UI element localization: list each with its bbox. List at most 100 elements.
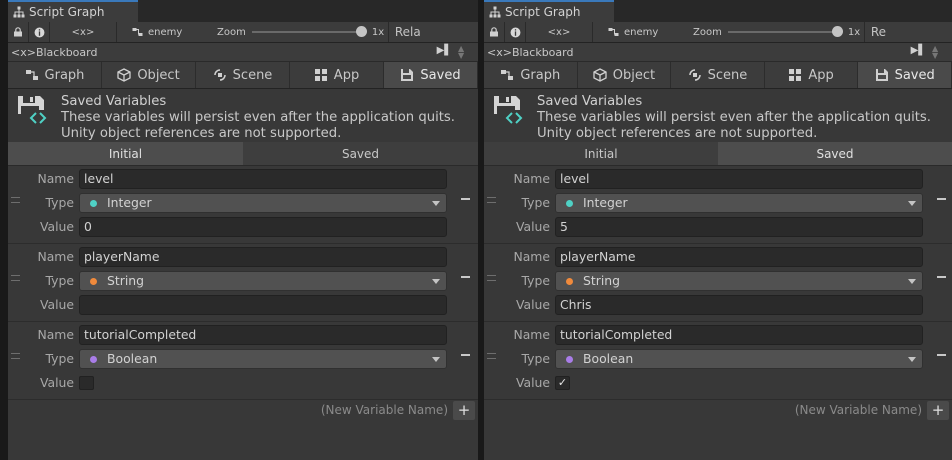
variable-name-field[interactable]: playerName <box>79 247 447 267</box>
scope-tab-graph[interactable]: Graph <box>8 62 102 88</box>
scope-tab-label: App <box>333 67 360 83</box>
scope-tab-app[interactable]: App <box>765 62 859 88</box>
info-icon[interactable] <box>505 22 525 42</box>
scope-tab-saved[interactable]: Saved <box>384 62 478 88</box>
tab-saved[interactable]: Saved <box>243 142 478 166</box>
scope-tab-label: Saved <box>894 67 935 83</box>
variable-type-dropdown[interactable]: Integer <box>79 193 447 213</box>
new-variable-name-input[interactable]: (New Variable Name) <box>795 403 922 417</box>
scope-tab-graph[interactable]: Graph <box>484 62 578 88</box>
remove-variable-button[interactable] <box>461 198 470 200</box>
value-label: Value <box>515 297 550 312</box>
scope-tab-label: Graph <box>44 67 85 83</box>
remove-variable-button[interactable] <box>461 276 470 278</box>
remove-variable-button[interactable] <box>937 276 946 278</box>
graph-scope-icon <box>500 69 514 81</box>
boolean-value-checkbox[interactable]: ✓ <box>555 376 570 390</box>
variables-toggle-button[interactable]: <x> <box>526 27 592 38</box>
type-label: Type <box>521 195 550 210</box>
type-value: Boolean <box>107 351 158 366</box>
remove-variable-button[interactable] <box>937 198 946 200</box>
info-line-1: These variables will persist even after … <box>61 110 455 125</box>
dock-icon[interactable]: ▶▌ <box>437 45 452 56</box>
scope-tab-scene[interactable]: Scene <box>196 62 290 88</box>
zoom-slider-thumb[interactable] <box>355 26 367 37</box>
info-line-1: These variables will persist even after … <box>537 110 931 125</box>
type-value: Integer <box>583 195 628 210</box>
flow-graph-icon <box>132 28 143 36</box>
add-variable-button[interactable]: + <box>453 401 475 420</box>
scope-tab-label: App <box>808 67 834 83</box>
scope-tab-object[interactable]: Object <box>578 62 672 88</box>
saved-variables-info: Saved Variables These variables will per… <box>484 89 952 142</box>
type-color-icon <box>90 277 97 285</box>
variable-type-dropdown[interactable]: String <box>555 271 923 291</box>
dock-icon[interactable]: ▶▌ <box>911 45 926 56</box>
scroll-arrows-icon[interactable]: ▲ ▼ <box>458 45 466 60</box>
scroll-arrows-icon[interactable]: ▲ ▼ <box>932 45 940 60</box>
name-label: Name <box>513 327 550 342</box>
variable-row: Name playerName Type String Value Chris <box>484 244 952 322</box>
variable-name-field[interactable]: level <box>79 169 447 189</box>
tab-title: Script Graph <box>29 5 105 19</box>
blackboard-header: <x>Blackboard ▶▌ ▲ ▼ <box>484 43 952 62</box>
new-variable-name-input[interactable]: (New Variable Name) <box>321 403 448 417</box>
scope-tab-object[interactable]: Object <box>102 62 196 88</box>
variable-type-dropdown[interactable]: Boolean <box>79 349 447 369</box>
remove-variable-button[interactable] <box>937 354 946 356</box>
relayout-button[interactable]: Re <box>865 25 886 39</box>
boolean-value-checkbox[interactable] <box>79 376 94 390</box>
add-variable-button[interactable]: + <box>927 401 949 420</box>
chevron-down-icon <box>908 279 916 284</box>
name-label: Name <box>513 171 550 186</box>
tab-title: Script Graph <box>505 5 581 19</box>
info-title: Saved Variables <box>537 94 643 109</box>
lock-icon[interactable] <box>8 22 28 42</box>
type-value: Integer <box>107 195 152 210</box>
relayout-button[interactable]: Rela <box>389 25 421 39</box>
variable-name-field[interactable]: tutorialCompleted <box>79 325 447 345</box>
zoom-slider-thumb[interactable] <box>831 26 843 37</box>
scope-tab-label: Graph <box>520 67 561 83</box>
variable-type-dropdown[interactable]: String <box>79 271 447 291</box>
type-color-icon <box>566 277 573 285</box>
variable-value-field[interactable]: 5 <box>555 217 923 237</box>
scope-tab-label: Scene <box>232 67 273 83</box>
variable-name-field[interactable]: tutorialCompleted <box>555 325 923 345</box>
tab-script-graph[interactable]: Script Graph <box>484 0 614 22</box>
graph-name: enemy <box>624 26 659 38</box>
variable-scope-tabs: Graph Object Scene App Saved <box>484 62 952 89</box>
info-icon[interactable] <box>29 22 49 42</box>
value-label: Value <box>515 375 550 390</box>
tab-saved[interactable]: Saved <box>718 142 952 166</box>
variable-list: Name level Type Integer Value 5 Name pla… <box>484 166 952 400</box>
variable-row: Name tutorialCompleted Type Boolean Valu… <box>8 322 478 400</box>
chevron-down-icon <box>432 201 440 206</box>
variables-toggle-button[interactable]: <x> <box>50 27 116 38</box>
variable-list-footer: (New Variable Name) + <box>484 400 952 421</box>
saved-variables-icon <box>16 94 58 142</box>
lock-icon[interactable] <box>484 22 504 42</box>
variable-value-field[interactable]: 0 <box>79 217 447 237</box>
value-label: Value <box>515 219 550 234</box>
variable-value-field[interactable] <box>79 295 447 315</box>
tab-initial[interactable]: Initial <box>484 142 718 166</box>
tab-script-graph[interactable]: Script Graph <box>8 0 138 22</box>
info-title: Saved Variables <box>61 94 167 109</box>
scope-tab-scene[interactable]: Scene <box>671 62 765 88</box>
zoom-slider[interactable] <box>251 26 367 37</box>
variable-scope-tabs: Graph Object Scene App Saved <box>8 62 478 89</box>
variable-value-field[interactable]: Chris <box>555 295 923 315</box>
script-graph-panel-right: Script Graph <x> enemy Zoom 1x Re <x>Bla… <box>484 0 952 460</box>
variable-type-dropdown[interactable]: Integer <box>555 193 923 213</box>
scope-tab-saved[interactable]: Saved <box>858 62 952 88</box>
zoom-slider[interactable] <box>727 26 843 37</box>
variable-name-field[interactable]: level <box>555 169 923 189</box>
variable-name-field[interactable]: playerName <box>555 247 923 267</box>
graph-breadcrumb[interactable]: enemy <box>117 27 203 38</box>
scope-tab-app[interactable]: App <box>290 62 384 88</box>
tab-initial[interactable]: Initial <box>8 142 243 166</box>
remove-variable-button[interactable] <box>461 354 470 356</box>
graph-breadcrumb[interactable]: enemy <box>593 27 679 38</box>
variable-type-dropdown[interactable]: Boolean <box>555 349 923 369</box>
